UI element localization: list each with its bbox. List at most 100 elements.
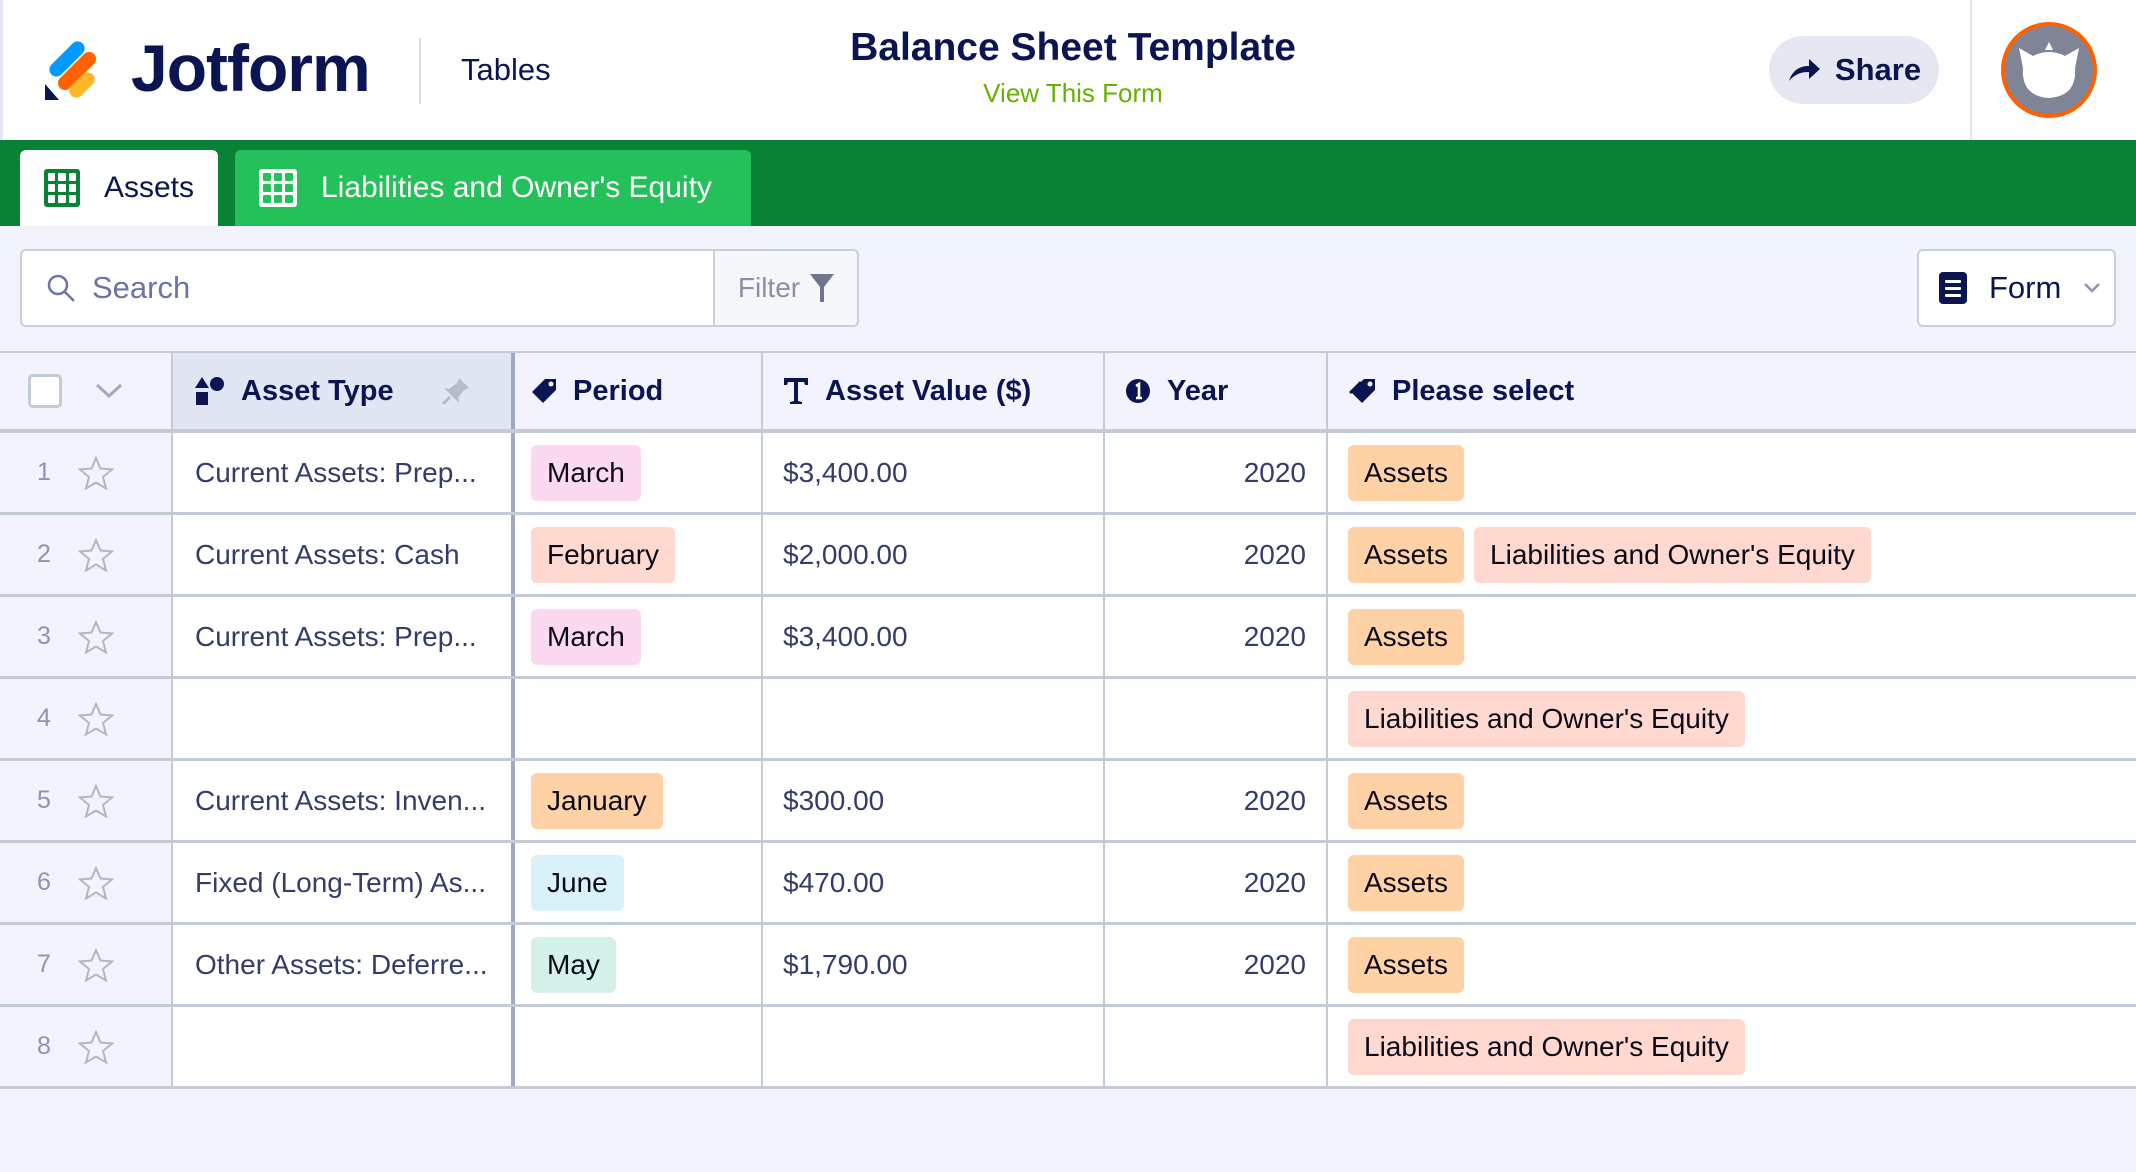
- tab-label: Assets: [103, 171, 194, 204]
- user-avatar[interactable]: [2001, 22, 2097, 118]
- pin-icon[interactable]: [441, 376, 471, 406]
- star-icon[interactable]: [78, 537, 114, 572]
- asset-type-cell[interactable]: Current Assets: Prep...: [173, 597, 515, 676]
- asset-type-cell[interactable]: Other Assets: Deferre...: [173, 925, 515, 1004]
- select-tag: Liabilities and Owner's Equity: [1474, 526, 1871, 583]
- period-cell[interactable]: [515, 679, 763, 758]
- asset-value-cell[interactable]: $300.00: [763, 761, 1105, 840]
- please-select-cell[interactable]: Assets: [1328, 843, 2136, 922]
- row-number: 6: [37, 868, 51, 896]
- row-number: 3: [37, 622, 51, 650]
- star-icon[interactable]: [78, 619, 114, 654]
- asset-value-cell[interactable]: $3,400.00: [763, 433, 1105, 512]
- column-header-period[interactable]: Period: [515, 353, 763, 429]
- period-tag: March: [531, 608, 641, 665]
- empty-table-area: [0, 1091, 2136, 1172]
- star-icon[interactable]: [78, 783, 114, 818]
- view-selector-dropdown[interactable]: Form: [1917, 249, 2116, 327]
- view-form-link[interactable]: View This Form: [983, 78, 1163, 109]
- filter-label: Filter: [737, 272, 801, 303]
- cell-text: 2020: [1243, 784, 1306, 816]
- table-row[interactable]: 4 Liabilities and Owner's Equity: [0, 679, 2136, 761]
- asset-value-cell[interactable]: [763, 1007, 1105, 1086]
- table-row[interactable]: 2 Current Assets: Cash February $2,000.0…: [0, 515, 2136, 597]
- asset-type-cell[interactable]: Fixed (Long-Term) As...: [173, 843, 515, 922]
- tab-liabilities-and-owners-equity[interactable]: Liabilities and Owner's Equity: [235, 150, 751, 226]
- year-cell[interactable]: [1105, 1007, 1328, 1086]
- column-header-asset-value[interactable]: Asset Value ($): [763, 353, 1105, 429]
- select-tag: Assets: [1348, 608, 1465, 665]
- asset-type-cell[interactable]: Current Assets: Prep...: [173, 433, 515, 512]
- asset-value-cell[interactable]: $2,000.00: [763, 515, 1105, 594]
- year-cell[interactable]: [1105, 679, 1328, 758]
- filter-button[interactable]: Filter: [713, 251, 857, 325]
- year-cell[interactable]: 2020: [1105, 843, 1328, 922]
- please-select-cell[interactable]: Liabilities and Owner's Equity: [1328, 679, 2136, 758]
- number-icon: [1126, 379, 1150, 403]
- page-title: Balance Sheet Template: [850, 26, 1296, 69]
- period-cell[interactable]: January: [515, 761, 763, 840]
- year-cell[interactable]: 2020: [1105, 597, 1328, 676]
- chevron-down-icon: [2084, 283, 2101, 293]
- table-row[interactable]: 5 Current Assets: Inven... January $300.…: [0, 761, 2136, 843]
- table-row[interactable]: 3 Current Assets: Prep... March $3,400.0…: [0, 597, 2136, 679]
- asset-value-cell[interactable]: $3,400.00: [763, 597, 1105, 676]
- chevron-down-icon[interactable]: [94, 382, 124, 400]
- period-cell[interactable]: February: [515, 515, 763, 594]
- star-icon[interactable]: [78, 865, 114, 900]
- table-row[interactable]: 8 Liabilities and Owner's Equity: [0, 1007, 2136, 1089]
- search-input[interactable]: [92, 270, 652, 306]
- asset-type-cell[interactable]: [173, 679, 515, 758]
- column-header-please-select[interactable]: Please select: [1328, 353, 2136, 429]
- star-icon[interactable]: [78, 947, 114, 982]
- asset-value-cell[interactable]: [763, 679, 1105, 758]
- year-cell[interactable]: 2020: [1105, 515, 1328, 594]
- period-cell[interactable]: [515, 1007, 763, 1086]
- table-row[interactable]: 7 Other Assets: Deferre... May $1,790.00…: [0, 925, 2136, 1007]
- select-tag: Assets: [1348, 526, 1465, 583]
- period-cell[interactable]: March: [515, 597, 763, 676]
- cell-text: $3,400.00: [783, 456, 908, 488]
- star-icon[interactable]: [78, 1029, 114, 1064]
- please-select-cell[interactable]: Assets Liabilities and Owner's Equity: [1328, 515, 2136, 594]
- period-tag: June: [531, 854, 624, 911]
- tag-icon: [532, 379, 556, 403]
- star-icon[interactable]: [78, 701, 114, 736]
- period-cell[interactable]: March: [515, 433, 763, 512]
- select-tag: Assets: [1348, 772, 1465, 829]
- asset-type-cell[interactable]: Current Assets: Cash: [173, 515, 515, 594]
- select-all-checkbox[interactable]: [28, 374, 62, 408]
- cell-text: Current Assets: Prep...: [195, 620, 477, 652]
- column-header-year[interactable]: Year: [1105, 353, 1328, 429]
- star-icon[interactable]: [78, 455, 114, 490]
- cell-text: $2,000.00: [783, 538, 908, 570]
- cell-text: Fixed (Long-Term) As...: [195, 866, 486, 898]
- share-button[interactable]: Share: [1769, 36, 1939, 104]
- please-select-cell[interactable]: Liabilities and Owner's Equity: [1328, 1007, 2136, 1086]
- year-cell[interactable]: 2020: [1105, 925, 1328, 1004]
- year-cell[interactable]: 2020: [1105, 761, 1328, 840]
- column-header-asset-type[interactable]: Asset Type: [173, 353, 515, 429]
- tab-assets[interactable]: Assets: [20, 150, 218, 226]
- search-icon: [47, 274, 75, 302]
- please-select-cell[interactable]: Assets: [1328, 597, 2136, 676]
- table-row[interactable]: 6 Fixed (Long-Term) As... June $470.00 2…: [0, 843, 2136, 925]
- table-row[interactable]: 1 Current Assets: Prep... March $3,400.0…: [0, 433, 2136, 515]
- please-select-cell[interactable]: Assets: [1328, 925, 2136, 1004]
- asset-type-cell[interactable]: Current Assets: Inven...: [173, 761, 515, 840]
- period-cell[interactable]: June: [515, 843, 763, 922]
- cell-text: Current Assets: Cash: [195, 538, 460, 570]
- asset-type-cell[interactable]: [173, 1007, 515, 1086]
- table-grid-icon: [259, 169, 297, 207]
- shapes-icon: [195, 377, 224, 405]
- asset-value-cell[interactable]: $470.00: [763, 843, 1105, 922]
- table-header-row: Asset Type Period Asset Value ($) Year P…: [0, 351, 2136, 433]
- asset-value-cell[interactable]: $1,790.00: [763, 925, 1105, 1004]
- row-number-cell: 6: [0, 843, 173, 922]
- period-tag: May: [531, 936, 616, 993]
- please-select-cell[interactable]: Assets: [1328, 433, 2136, 512]
- period-cell[interactable]: May: [515, 925, 763, 1004]
- please-select-cell[interactable]: Assets: [1328, 761, 2136, 840]
- row-number: 2: [37, 540, 51, 568]
- year-cell[interactable]: 2020: [1105, 433, 1328, 512]
